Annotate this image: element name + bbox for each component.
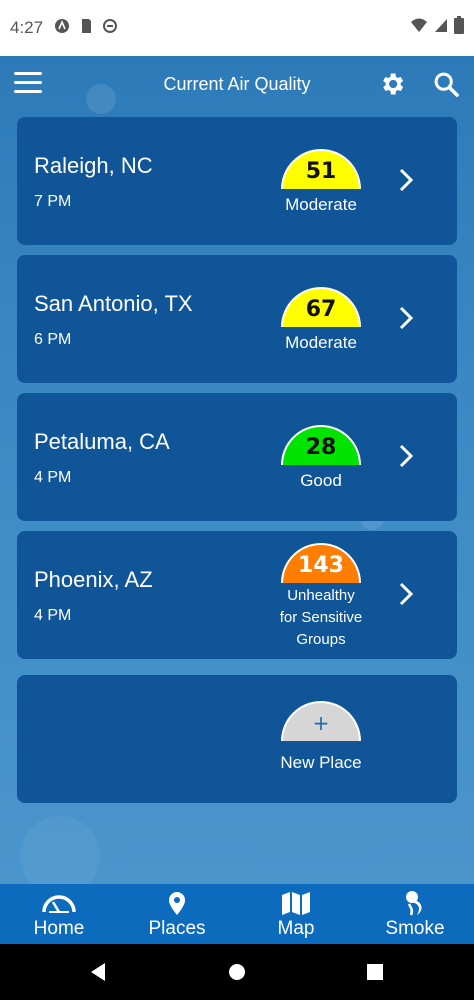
place-time: 4 PM	[34, 607, 72, 624]
new-place-button[interactable]: + New Place	[17, 675, 457, 803]
place-name: Raleigh, NC	[34, 153, 153, 178]
place-time: 7 PM	[34, 193, 72, 210]
aqi-category: Unhealthy for Sensitive Groups	[261, 585, 381, 651]
place-time: 4 PM	[34, 469, 72, 486]
status-bar: 4:27	[0, 0, 474, 56]
nav-map-label: Map	[277, 918, 315, 939]
app-content: Current Air Quality Raleigh, NC 7 PM 51 …	[0, 56, 474, 896]
chevron-right-icon	[399, 582, 414, 606]
place-name: Phoenix, AZ	[34, 567, 153, 592]
place-time: 6 PM	[34, 331, 72, 348]
add-icon: +	[281, 701, 361, 741]
nav-home-label: Home	[33, 918, 85, 939]
gear-icon[interactable]	[378, 70, 406, 98]
signal-icon	[435, 19, 447, 32]
location-pin-icon	[169, 892, 185, 915]
chevron-right-icon	[399, 444, 414, 468]
aqi-category: Moderate	[285, 195, 357, 214]
aqi-category: Moderate	[285, 333, 357, 352]
home-circle-icon[interactable]	[228, 962, 246, 982]
aqi-badge: 67	[281, 287, 361, 327]
aqi-category: Good	[300, 471, 342, 490]
status-time: 4:27	[10, 18, 44, 37]
aqi-badge: 51	[281, 149, 361, 189]
aqi-badge: 143	[281, 543, 361, 583]
aqi-category-line: for Sensitive	[279, 609, 363, 626]
nav-places-label: Places	[148, 918, 206, 939]
new-place-label: New Place	[280, 753, 362, 772]
place-card-raleigh[interactable]: Raleigh, NC 7 PM 51 Moderate	[17, 117, 457, 245]
system-nav-bar	[0, 944, 474, 1000]
aqi-badge: 28	[281, 425, 361, 465]
nav-places[interactable]: Places	[118, 884, 236, 944]
chevron-right-icon	[399, 306, 414, 330]
place-card-phoenix[interactable]: Phoenix, AZ 4 PM 143 Unhealthy for Sensi…	[17, 531, 457, 659]
app-bar: Current Air Quality	[0, 56, 474, 114]
back-icon[interactable]	[89, 962, 107, 982]
nav-map[interactable]: Map	[237, 884, 355, 944]
chevron-right-icon	[399, 168, 414, 192]
aqi-category-line: Groups	[296, 631, 346, 648]
sd-card-icon	[82, 19, 91, 33]
aqi-category-line: Unhealthy	[287, 587, 355, 604]
battery-icon	[454, 16, 464, 34]
wifi-icon	[411, 18, 427, 32]
place-name: San Antonio, TX	[34, 291, 193, 316]
nav-smoke-label: Smoke	[385, 918, 445, 939]
notification-icons	[54, 18, 118, 34]
recents-icon[interactable]	[366, 962, 384, 982]
sync-icon	[103, 19, 117, 33]
search-icon[interactable]	[432, 70, 460, 98]
app-notification-icon	[55, 19, 69, 33]
map-icon	[282, 892, 310, 915]
system-status-icons	[410, 16, 464, 34]
place-name: Petaluma, CA	[34, 429, 170, 454]
gauge-icon	[42, 895, 76, 913]
place-card-san-antonio[interactable]: San Antonio, TX 6 PM 67 Moderate	[17, 255, 457, 383]
bottom-nav: Home Places Map Smoke	[0, 884, 474, 944]
nav-home[interactable]: Home	[0, 884, 118, 944]
smoke-icon	[406, 891, 422, 916]
place-card-petaluma[interactable]: Petaluma, CA 4 PM 28 Good	[17, 393, 457, 521]
nav-smoke[interactable]: Smoke	[356, 884, 474, 944]
